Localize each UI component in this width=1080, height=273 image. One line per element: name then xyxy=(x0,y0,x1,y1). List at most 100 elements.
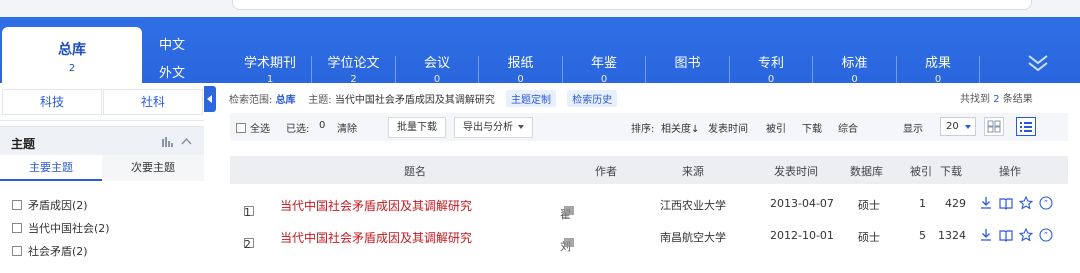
sort-date[interactable]: 发表时间 xyxy=(708,120,748,135)
results-panel: 检索范围: 总库 主题: 当代中国社会矛盾成因及其调解研究 主题定制 检索历史 … xyxy=(218,83,1080,273)
topic-custom-button[interactable]: 主题定制 xyxy=(506,90,557,107)
download-icon[interactable] xyxy=(979,196,993,210)
nav-category-label: 学术期刊 xyxy=(243,56,296,71)
arrow-down-icon: ↓ xyxy=(691,124,700,135)
selected-count: 0 xyxy=(319,120,326,131)
per-page-select[interactable]: 20 xyxy=(940,117,976,136)
search-scope: 检索范围: 总库 主题: 当代中国社会矛盾成因及其调解研究 主题定制 检索历史 xyxy=(229,90,618,107)
chevron-down-icon xyxy=(965,125,971,129)
nav-total-library[interactable]: 总库 2 xyxy=(2,27,142,83)
row-actions: ” xyxy=(979,196,1069,210)
facet-checkbox[interactable] xyxy=(12,246,22,256)
result-date: 2013-04-07 xyxy=(770,197,834,210)
left-sidebar: 科技 社科 主题 主要主题 次要主题 矛盾成因(2) 当代中国社会(2) 社会矛… xyxy=(0,83,204,273)
facet-item[interactable]: 矛盾成因(2) xyxy=(12,197,88,213)
quote-icon[interactable]: ” xyxy=(1039,228,1053,242)
selected-label: 已选: xyxy=(286,124,310,135)
sidebar-collapse-button[interactable] xyxy=(204,86,216,112)
nav-category-label: 标准 xyxy=(841,56,868,71)
result-date: 2012-10-01 xyxy=(770,229,834,242)
results-toolbar: 全选 已选: 0 清除 批量下载 导出与分析 排序: 相关度↓ 发表时间 被引 … xyxy=(230,113,1068,141)
grid-view-icon xyxy=(987,120,1001,133)
row-index: 1 xyxy=(244,206,251,219)
download-icon[interactable] xyxy=(979,228,993,242)
nav-divider xyxy=(979,56,980,84)
result-count-prefix: 共找到 xyxy=(960,94,990,105)
tab-science[interactable]: 科技 xyxy=(2,89,102,115)
sort-relevance[interactable]: 相关度↓ xyxy=(661,120,699,135)
col-operations: 操作 xyxy=(999,165,1021,178)
discipline-tabs: 科技 社科 xyxy=(0,83,204,121)
sort-composite[interactable]: 综合 xyxy=(838,120,858,135)
tab-social-science[interactable]: 社科 xyxy=(103,89,203,115)
subtab-main-topic[interactable]: 主要主题 xyxy=(0,155,102,181)
col-cited: 被引 xyxy=(910,165,932,178)
favorite-star-icon[interactable] xyxy=(1019,196,1033,210)
topic-subtabs: 主要主题 次要主题 xyxy=(0,155,204,181)
results-table-header: 题名 作者 来源 发表时间 数据库 被引 下载 操作 xyxy=(230,156,1068,184)
result-downloads: 1324 xyxy=(938,229,966,242)
export-analysis-label: 导出与分析 xyxy=(463,122,513,133)
result-database: 硕士 xyxy=(858,231,880,244)
grid-view-button[interactable] xyxy=(984,117,1004,136)
result-database: 硕士 xyxy=(858,199,880,212)
database-category-nav: 总库 2 中文 外文 学术期刊 1 学位论文 2 会议 0 报纸 0 年鉴 0 图书 专利 0 标准 0 成果… xyxy=(0,17,1080,92)
batch-download-button[interactable]: 批量下载 xyxy=(388,117,446,138)
favorite-star-icon[interactable] xyxy=(1019,228,1033,242)
result-cited: 5 xyxy=(919,229,926,242)
list-view-button[interactable] xyxy=(1016,117,1036,136)
facet-label: 矛盾成因(2) xyxy=(28,199,88,212)
read-online-icon[interactable] xyxy=(999,196,1013,210)
sort-cited[interactable]: 被引 xyxy=(766,120,786,135)
result-downloads: 429 xyxy=(945,197,966,210)
search-history-button[interactable]: 检索历史 xyxy=(567,90,618,107)
subtab-secondary-topic[interactable]: 次要主题 xyxy=(102,155,204,181)
row-index: 2 xyxy=(244,238,251,251)
chevron-up-icon[interactable] xyxy=(181,137,192,145)
per-page-label: 显示 xyxy=(903,124,923,135)
topic-panel-title: 主题 xyxy=(11,137,36,151)
scope-label: 检索范围: xyxy=(229,95,273,106)
select-all-checkbox[interactable]: 全选 xyxy=(236,120,270,135)
col-database: 数据库 xyxy=(850,165,883,178)
facet-item[interactable]: 社会矛盾(2) xyxy=(12,243,88,259)
nav-category-label: 年鉴 xyxy=(590,56,617,71)
quote-icon[interactable]: ” xyxy=(1039,196,1053,210)
topic-facet-panel: 主题 主要主题 次要主题 矛盾成因(2) 当代中国社会(2) 社会矛盾(2) xyxy=(0,126,204,273)
batch-download-label: 批量下载 xyxy=(397,122,437,133)
svg-text:”: ” xyxy=(1044,231,1048,240)
read-online-icon[interactable] xyxy=(999,228,1013,242)
result-title-link[interactable]: 当代中国社会矛盾成因及其调解研究 xyxy=(280,229,472,246)
sort-label: 排序: xyxy=(631,124,655,135)
clear-selection-link[interactable]: 清除 xyxy=(337,120,357,135)
topic-value: 当代中国社会矛盾成因及其调解研究 xyxy=(334,95,495,106)
nav-category-label: 学位论文 xyxy=(327,56,380,71)
result-title-link[interactable]: 当代中国社会矛盾成因及其调解研究 xyxy=(280,197,472,214)
result-count-number: 2 xyxy=(993,94,1000,105)
nav-total-label: 总库 xyxy=(58,42,86,58)
scope-range-link[interactable]: 总库 xyxy=(276,95,296,106)
facet-checkbox[interactable] xyxy=(12,223,22,233)
result-source[interactable]: 南昌航空大学 xyxy=(660,229,726,245)
search-box-edge[interactable] xyxy=(232,0,1032,10)
redacted-name xyxy=(564,238,574,247)
export-analysis-dropdown[interactable]: 导出与分析 xyxy=(454,117,533,138)
result-count: 共找到 2 条结果 xyxy=(960,90,1033,105)
nav-category-label: 会议 xyxy=(423,56,450,71)
svg-text:”: ” xyxy=(1044,199,1048,208)
lang-foreign-toggle[interactable]: 外文 xyxy=(150,62,194,81)
expand-more-icon[interactable] xyxy=(1026,51,1050,75)
col-author: 作者 xyxy=(595,165,617,178)
facet-checkbox[interactable] xyxy=(12,200,22,210)
sort-download[interactable]: 下载 xyxy=(802,120,822,135)
chevron-down-icon xyxy=(518,125,524,129)
select-all-box[interactable] xyxy=(236,123,246,133)
lang-chinese-toggle[interactable]: 中文 xyxy=(150,34,194,53)
facet-item[interactable]: 当代中国社会(2) xyxy=(12,220,110,236)
col-date: 发表时间 xyxy=(774,165,818,178)
result-source[interactable]: 江西农业大学 xyxy=(660,197,726,213)
redacted-name xyxy=(564,206,574,215)
row-actions: ” xyxy=(979,228,1069,242)
topic-label: 主题: xyxy=(308,95,332,106)
bar-chart-icon[interactable] xyxy=(162,137,174,147)
